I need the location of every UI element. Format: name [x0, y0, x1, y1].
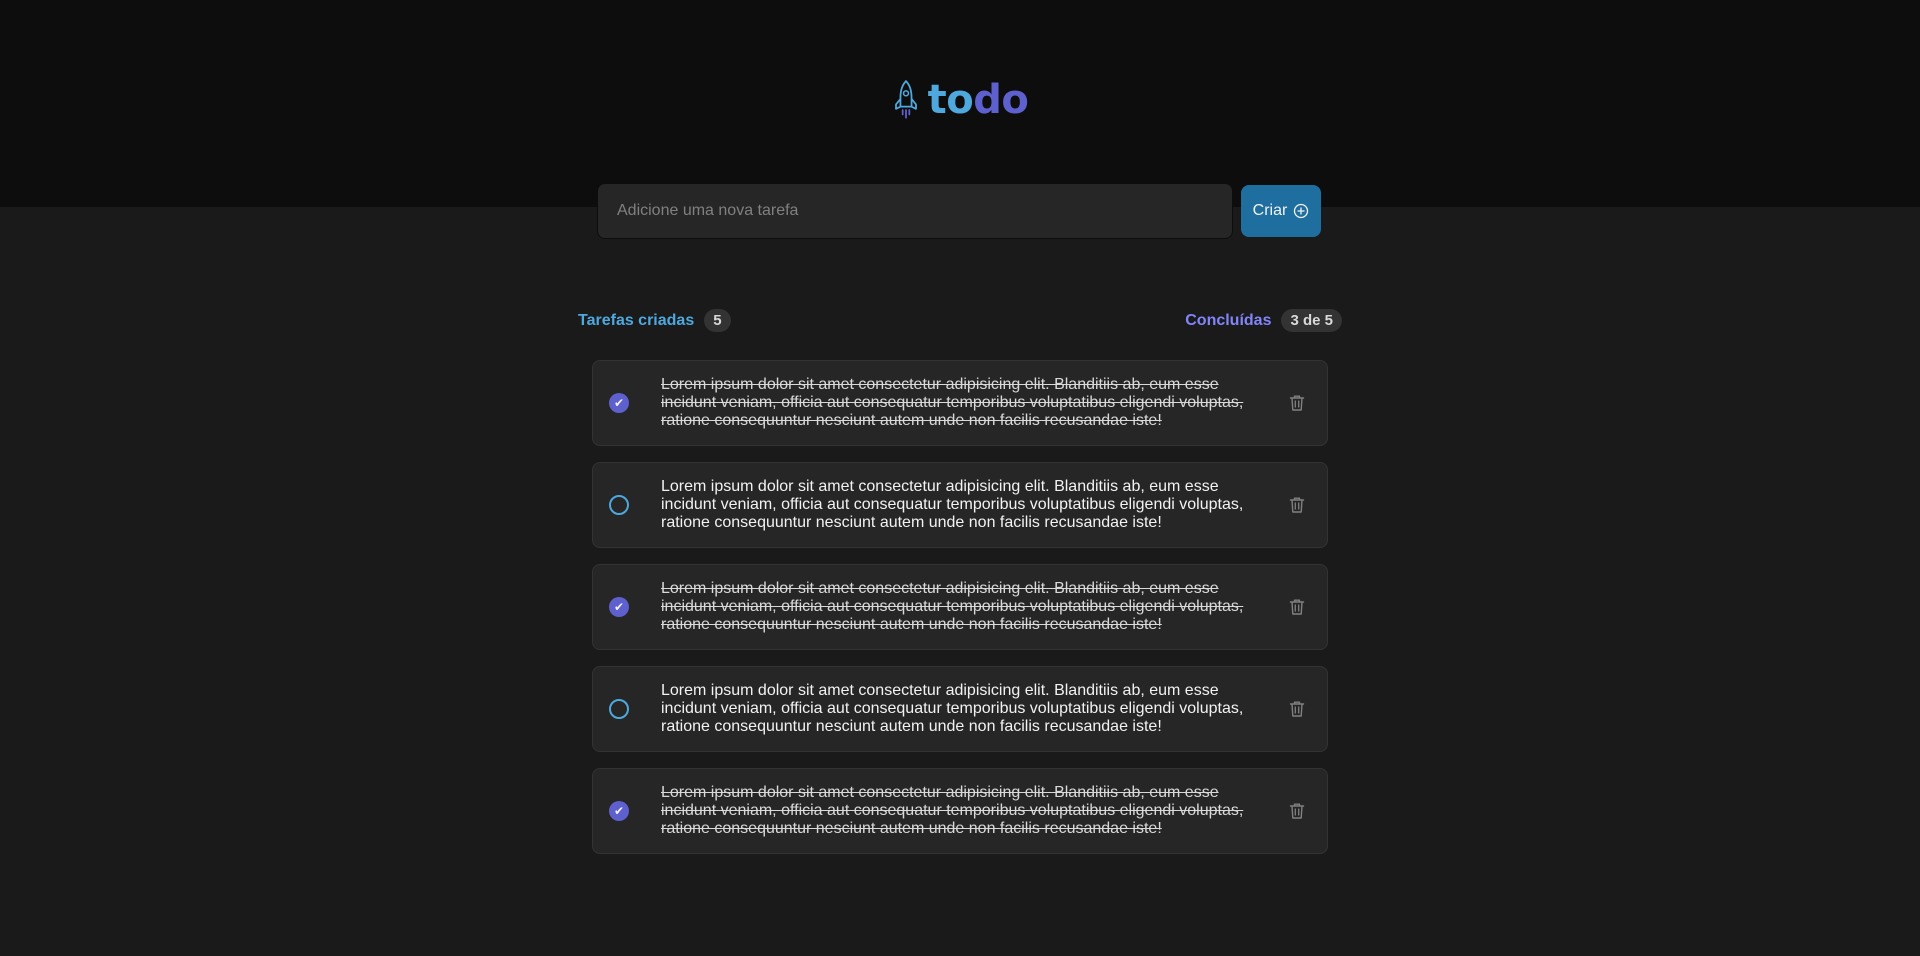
trash-icon[interactable] [1287, 801, 1307, 821]
create-task-button[interactable]: Criar [1241, 185, 1321, 237]
app-logo: todo [0, 80, 1920, 120]
task-checkbox-unchecked[interactable] [609, 699, 629, 719]
trash-icon[interactable] [1287, 597, 1307, 617]
done-summary: Concluídas 3 de 5 [1185, 309, 1342, 332]
check-icon: ✔ [613, 396, 625, 410]
trash-icon[interactable] [1287, 393, 1307, 413]
created-count-badge: 5 [704, 309, 731, 332]
task-item: Lorem ipsum dolor sit amet consectetur a… [592, 462, 1328, 548]
task-item: Lorem ipsum dolor sit amet consectetur a… [592, 666, 1328, 752]
check-icon: ✔ [613, 600, 625, 614]
done-count-badge: 3 de 5 [1281, 309, 1342, 332]
task-checkbox-unchecked[interactable] [609, 495, 629, 515]
plus-circle-icon [1294, 203, 1309, 219]
task-item: ✔ Lorem ipsum dolor sit amet consectetur… [592, 768, 1328, 854]
done-tasks-label: Concluídas [1185, 311, 1272, 329]
task-item: ✔ Lorem ipsum dolor sit amet consectetur… [592, 360, 1328, 446]
trash-icon[interactable] [1287, 699, 1307, 719]
task-text: Lorem ipsum dolor sit amet consectetur a… [661, 478, 1244, 531]
create-button-label: Criar [1252, 202, 1288, 219]
task-text: Lorem ipsum dolor sit amet consectetur a… [661, 784, 1244, 837]
task-checkbox-checked[interactable]: ✔ [609, 393, 629, 413]
task-text: Lorem ipsum dolor sit amet consectetur a… [661, 376, 1244, 429]
rocket-icon [894, 80, 917, 119]
check-icon: ✔ [613, 804, 625, 818]
created-tasks-label: Tarefas criadas [578, 311, 695, 329]
task-summary: Tarefas criadas 5 Concluídas 3 de 5 [578, 309, 1342, 332]
task-item: ✔ Lorem ipsum dolor sit amet consectetur… [592, 564, 1328, 650]
task-text: Lorem ipsum dolor sit amet consectetur a… [661, 682, 1244, 735]
task-list: ✔ Lorem ipsum dolor sit amet consectetur… [592, 360, 1328, 854]
task-checkbox-checked[interactable]: ✔ [609, 597, 629, 617]
created-summary: Tarefas criadas 5 [578, 309, 731, 332]
task-checkbox-checked[interactable]: ✔ [609, 801, 629, 821]
app-title: todo [927, 77, 1029, 123]
trash-icon[interactable] [1287, 495, 1307, 515]
task-text: Lorem ipsum dolor sit amet consectetur a… [661, 580, 1244, 633]
create-task-form: Criar [597, 183, 1321, 239]
new-task-input[interactable] [597, 183, 1233, 239]
